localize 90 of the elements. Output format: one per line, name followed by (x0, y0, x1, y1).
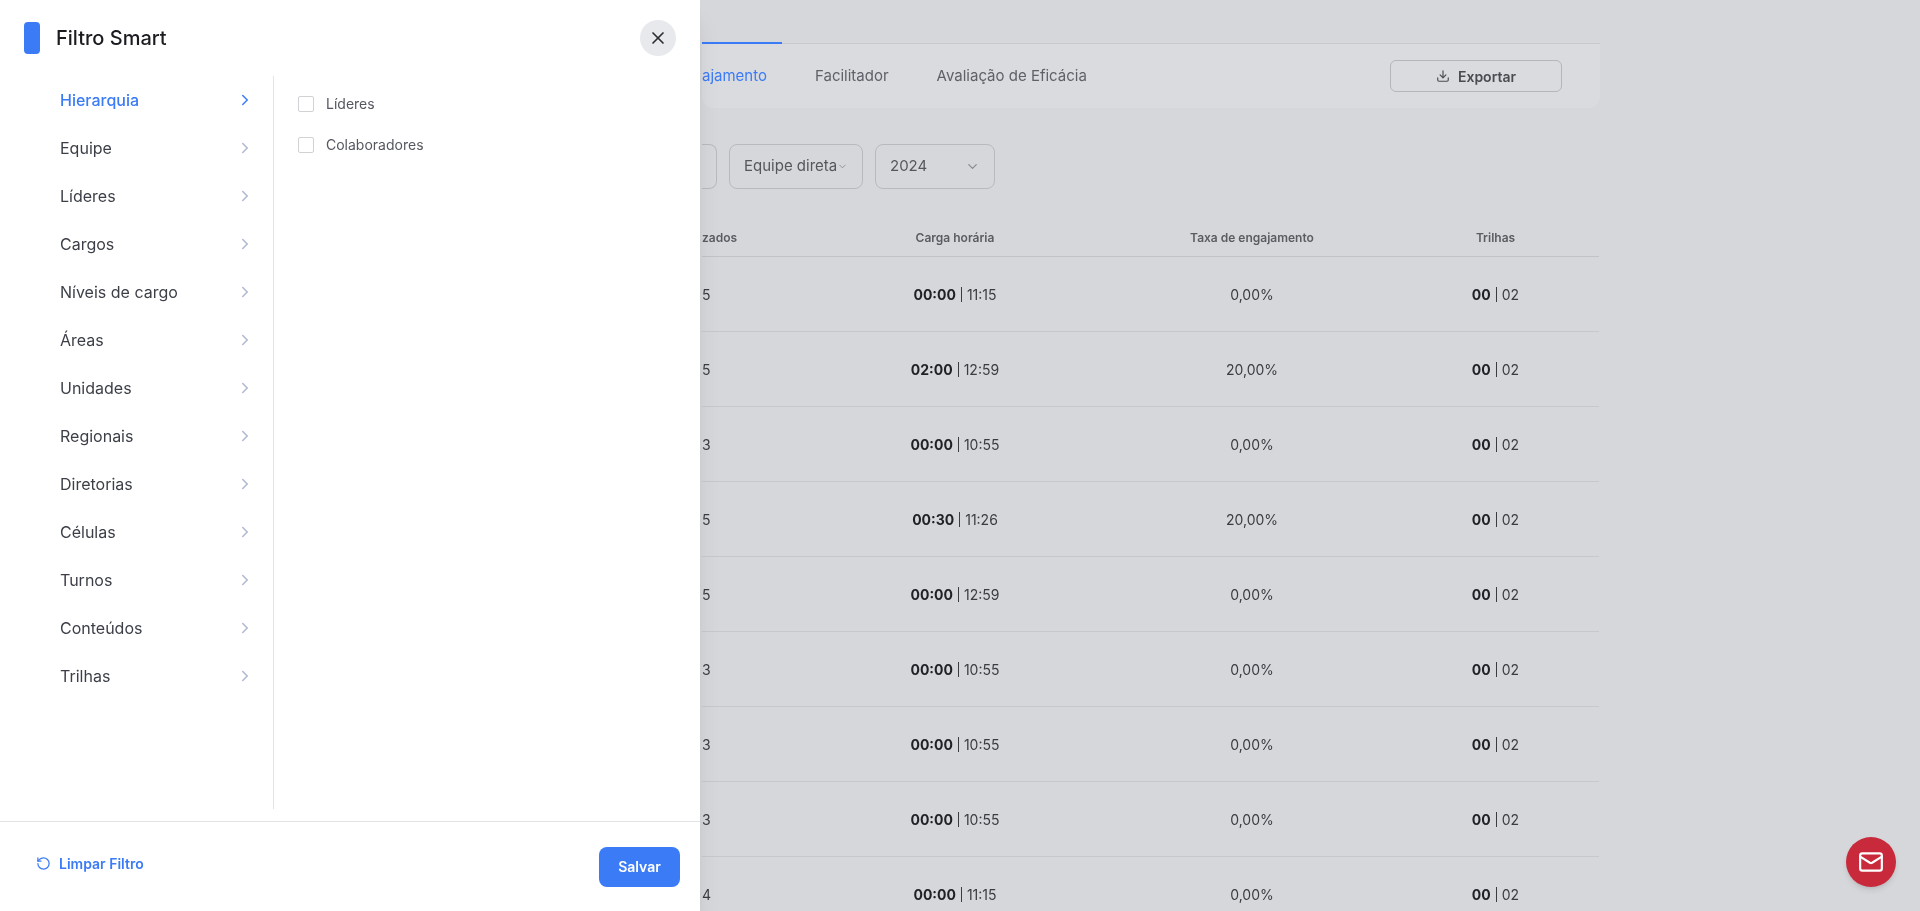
table-cell-text: 00:00 (910, 434, 953, 455)
table-cell-text: 00 (1471, 434, 1491, 455)
table-cell-text: 00:00 (910, 809, 953, 830)
table-cell-text: 0,00% (1230, 809, 1274, 830)
table-cell-text: 12:59 (963, 359, 1000, 380)
tab[interactable]: Avaliação de Eficácia (936, 64, 1087, 88)
table-cell-text: 0,00% (1230, 659, 1274, 680)
table-cell-text: 0,00% (1230, 734, 1274, 755)
category-item[interactable]: Unidades (0, 364, 254, 412)
category-item[interactable]: Regionais (0, 412, 254, 460)
table-cell-text: 20,00% (1225, 509, 1279, 530)
table-cell-text: 5 (702, 509, 712, 530)
table-cell-text: 02 (1501, 659, 1520, 680)
reset-icon (36, 856, 51, 871)
table-cell-text: 3 (702, 659, 712, 680)
category-item[interactable]: Hierarquia (0, 76, 254, 124)
export-button[interactable]: Exportar (1390, 60, 1562, 92)
table-cell-text: 00 (1471, 284, 1491, 305)
table-cell-text: 02 (1501, 584, 1520, 605)
table-cell-text: 00 (1471, 884, 1491, 905)
table-cell-text: 02 (1501, 509, 1520, 530)
column-header: Trilhas (1475, 229, 1516, 247)
checkbox[interactable] (298, 136, 314, 153)
title-accent-bar (24, 22, 40, 54)
table-cell-text: 20,00% (1225, 359, 1279, 380)
checkbox-label: Colaboradores (326, 135, 424, 155)
table-cell-text: 0,00% (1230, 884, 1274, 905)
table-cell-text: 02 (1501, 884, 1520, 905)
filter-dropdown[interactable] (702, 144, 717, 189)
table-cell-text: 10:55 (963, 734, 1000, 755)
download-icon (1435, 69, 1450, 83)
table-cell-text: 5 (702, 284, 712, 305)
clear-filter-button[interactable]: Limpar Filtro (36, 853, 144, 874)
category-item[interactable]: Turnos (0, 556, 254, 604)
table-cell-text: 5 (702, 584, 712, 605)
panel-title: Filtro Smart (56, 25, 168, 52)
table-cell-text: 4 (702, 884, 713, 905)
table-cell-text: 00 (1471, 584, 1491, 605)
table-cell-text: 02 (1501, 434, 1520, 455)
category-item[interactable]: Células (0, 508, 254, 556)
table-cell-text: 02 (1501, 359, 1520, 380)
table-cell-text: 0,00% (1230, 434, 1274, 455)
table-cell-text: 0,00% (1230, 584, 1274, 605)
table-cell-text: 00 (1471, 509, 1491, 530)
save-button[interactable]: Salvar (599, 846, 680, 887)
table-cell-text: 11:15 (966, 284, 997, 305)
table-cell-text: 00:00 (910, 584, 953, 605)
category-item[interactable]: Líderes (0, 172, 254, 220)
table-cell-text: 3 (702, 809, 712, 830)
table-cell-text: 00 (1471, 659, 1491, 680)
category-item[interactable]: Trilhas (0, 652, 254, 700)
filter-dropdown[interactable]: Equipe direta (729, 144, 863, 189)
mail-button[interactable] (1846, 837, 1896, 887)
table-cell-text: 02 (1501, 284, 1520, 305)
filter-dropdown[interactable]: 2024 (875, 144, 995, 189)
table-cell-text: 00 (1471, 809, 1491, 830)
table-cell-text: 5 (702, 359, 712, 380)
category-item[interactable]: Diretorias (0, 460, 254, 508)
column-header: Carga horária (915, 229, 995, 247)
table-cell-text: 10:55 (963, 434, 1000, 455)
table-cell-text: 00 (1471, 734, 1491, 755)
category-item[interactable]: Equipe (0, 124, 254, 172)
table-cell-text: 00:30 (912, 509, 955, 530)
checkbox[interactable] (298, 95, 314, 112)
table-cell-text: 02:00 (910, 359, 953, 380)
table-cell-text: 12:59 (964, 584, 1000, 605)
column-header: zados (702, 229, 739, 247)
tab[interactable]: Facilitador (815, 64, 889, 88)
table-cell-text: 3 (702, 434, 712, 455)
column-header: Taxa de engajamento (1190, 229, 1314, 247)
table-cell-text: 3 (702, 734, 712, 755)
category-item[interactable]: Áreas (0, 316, 254, 364)
table-cell-text: 0,00% (1230, 284, 1274, 305)
close-button[interactable] (640, 20, 676, 56)
category-item[interactable]: Conteúdos (0, 604, 254, 652)
checkbox-label: Líderes (326, 94, 375, 114)
category-item[interactable]: Níveis de cargo (0, 268, 254, 316)
table-cell-text: 10:55 (963, 809, 1000, 830)
table-cell-text: 11:26 (965, 509, 998, 530)
envelope-icon (1858, 849, 1884, 875)
table-cell-text: 11:15 (966, 884, 997, 905)
table-cell-text: 00:00 (910, 734, 953, 755)
table-cell-text: 00:00 (913, 884, 956, 905)
table-cell-text: 02 (1501, 734, 1520, 755)
category-item[interactable]: Cargos (0, 220, 254, 268)
table-cell-text: 00:00 (910, 659, 953, 680)
table-cell-text: 00:00 (913, 284, 956, 305)
table-cell-text: 02 (1501, 809, 1520, 830)
table-cell-text: 00 (1471, 359, 1491, 380)
table-cell-text: 10:55 (963, 659, 1000, 680)
